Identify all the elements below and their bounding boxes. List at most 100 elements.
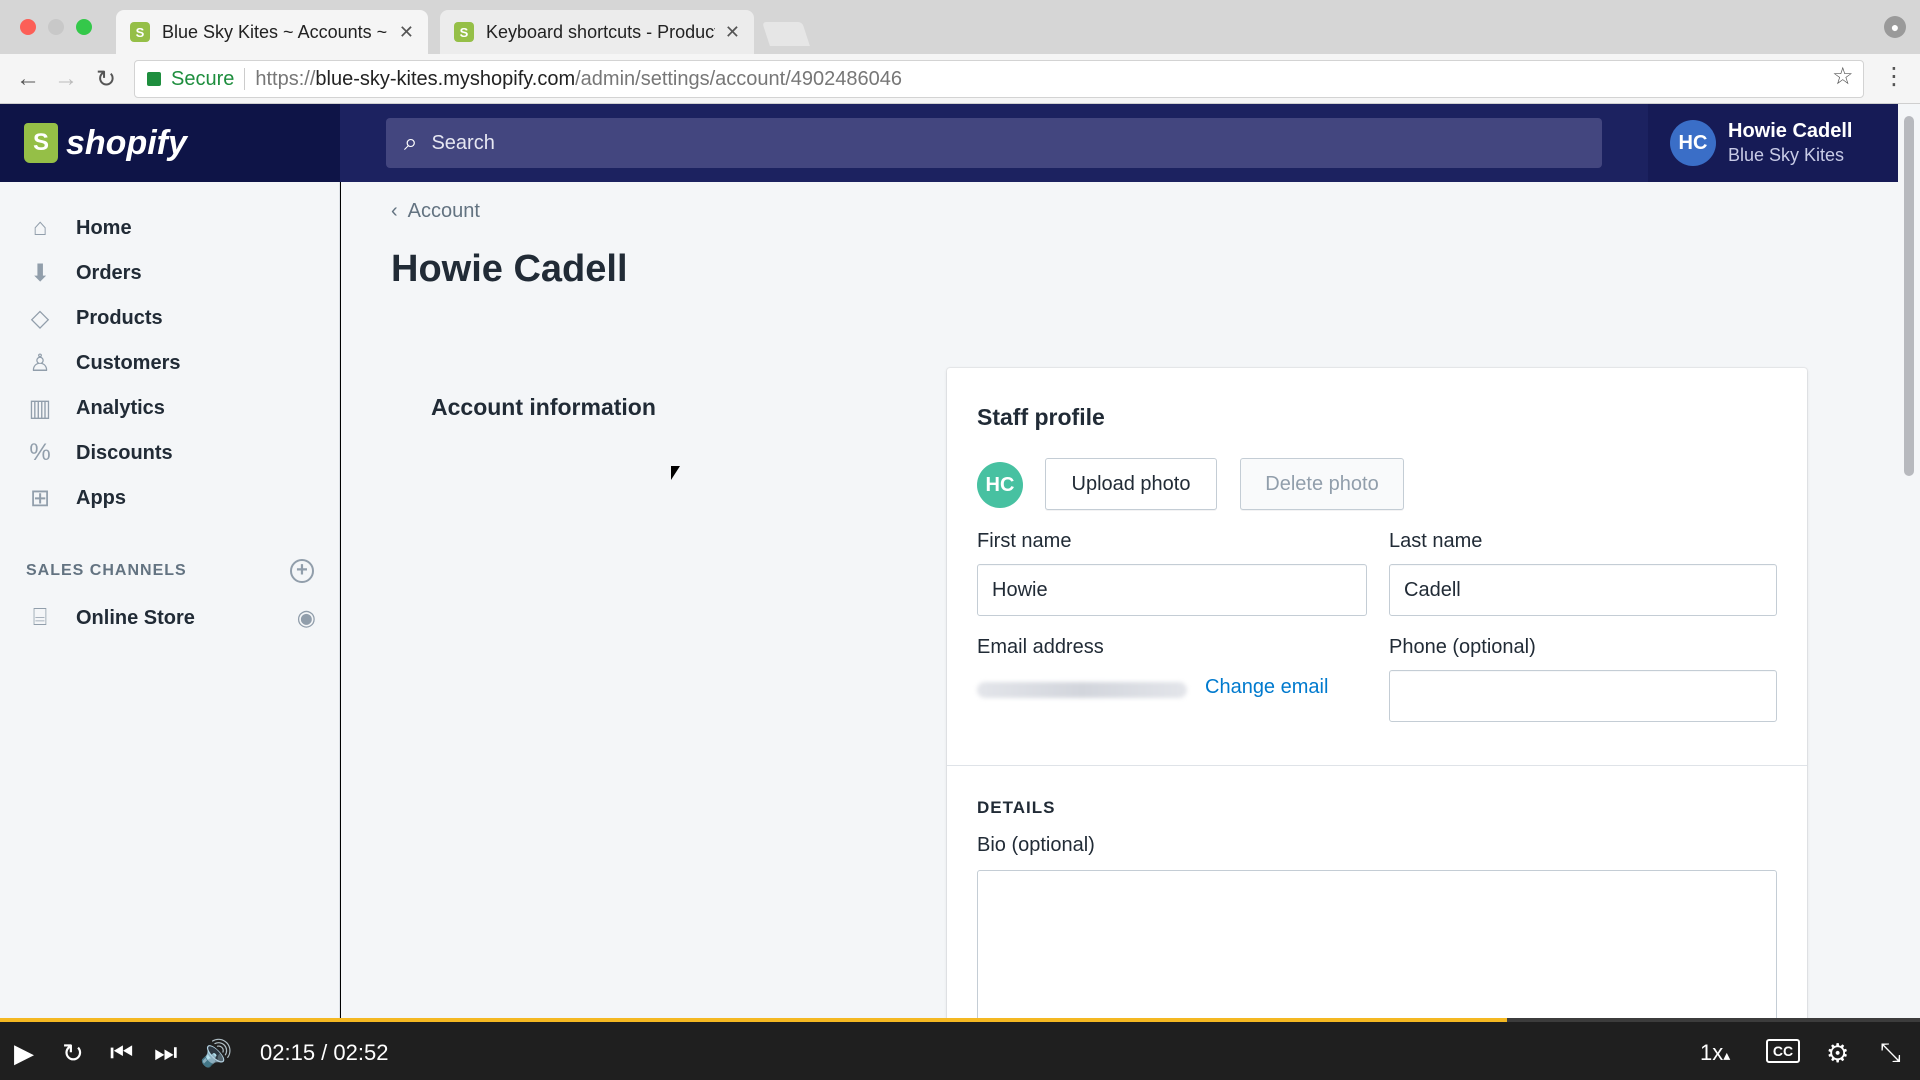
bookmark-star-icon[interactable]: ☆ [1832,62,1854,91]
person-icon: ♙ [29,349,51,377]
forward-arrow-icon[interactable]: → [50,63,82,95]
browser-tab-strip: S Blue Sky Kites ~ Accounts ~ Sh ✕ S Key… [0,0,1920,54]
email-label: Email address [977,636,1104,658]
email-value-redacted [977,682,1187,698]
sidebar-item-label: Analytics [76,396,165,419]
scrollbar-thumb[interactable] [1904,116,1914,476]
sidebar-item-customers[interactable]: ♙ Customers [0,343,340,383]
sidebar-item-label: Discounts [76,441,173,464]
sidebar-item-analytics[interactable]: ▥ Analytics [0,388,340,428]
add-channel-icon[interactable]: + [290,559,314,583]
speed-label: 1x [1700,1040,1724,1065]
address-bar[interactable]: Secure https:// blue-sky-kites.myshopify… [134,60,1864,98]
tag-icon: ◇ [30,304,50,332]
breadcrumb[interactable]: ‹ Account [391,200,480,223]
url-host: blue-sky-kites.myshopify.com [315,67,576,90]
reload-icon[interactable]: ↻ [90,63,122,95]
video-player-controls: ▶ ↻ ⏮ ⏭ 🔊 02:15 / 02:52 1x▴ CC ⚙ ⤡ [0,1018,1920,1080]
time-display: 02:15 / 02:52 [260,1040,389,1065]
secure-label: Secure [171,67,235,90]
sidebar-item-label: Online Store [76,606,195,629]
tab-title: Keyboard shortcuts - Producti [486,21,715,42]
replay-icon[interactable]: ↻ [62,1038,84,1068]
sidebar-item-discounts[interactable]: % Discounts [0,433,340,473]
volume-icon[interactable]: 🔊 [200,1038,232,1068]
search-input[interactable] [431,131,1532,155]
playback-speed-button[interactable]: 1x▴ [1700,1040,1730,1066]
sidebar-item-products[interactable]: ◇ Products [0,298,340,338]
card-divider [947,765,1807,766]
tab-title: Blue Sky Kites ~ Accounts ~ Sh [162,21,389,42]
maximize-window-button[interactable] [76,19,92,35]
admin-top-bar: S shopify ⌕ HC Howie Cadell Blue Sky Kit… [0,104,1898,182]
progress-track[interactable] [0,1018,1920,1022]
bio-textarea[interactable] [977,870,1777,1018]
chevron-left-icon: ‹ [391,200,398,222]
user-menu[interactable]: HC Howie Cadell Blue Sky Kites [1648,104,1898,182]
skip-back-icon[interactable]: ⏮ [110,1037,133,1068]
avatar: HC [977,462,1023,508]
new-tab-button[interactable] [762,22,810,46]
browser-toolbar: ← → ↻ Secure https:// blue-sky-kites.mys… [0,54,1920,104]
close-tab-icon[interactable]: ✕ [725,22,740,43]
main-content: ‹ Account Howie Cadell Account informati… [341,182,1898,1018]
browser-tab-keyboard-shortcuts[interactable]: S Keyboard shortcuts - Producti ✕ [440,10,754,54]
sidebar-item-label: Customers [76,351,181,374]
sidebar-item-label: Orders [76,261,142,284]
mouse-cursor-icon [671,466,680,480]
back-arrow-icon[interactable]: ← [12,63,44,95]
sidebar-item-apps[interactable]: ⊞ Apps [0,478,340,518]
captions-button[interactable]: CC [1766,1039,1800,1063]
sidebar-item-online-store[interactable]: ⌸ Online Store ◉ [0,598,340,638]
exit-fullscreen-icon[interactable]: ⤡ [1880,1037,1901,1068]
caret-up-icon: ▴ [1723,1047,1731,1063]
change-email-link[interactable]: Change email [1205,676,1328,699]
section-title: Account information [431,394,656,420]
user-name: Howie Cadell [1728,120,1853,142]
progress-fill [0,1018,1508,1022]
browser-profile-icon[interactable]: ● [1884,16,1906,38]
close-window-button[interactable] [20,19,36,35]
shopify-favicon-icon: S [454,22,474,42]
shopify-favicon-icon: S [130,22,150,42]
search-icon: ⌕ [404,129,418,156]
browser-tab-accounts[interactable]: S Blue Sky Kites ~ Accounts ~ Sh ✕ [116,10,428,54]
phone-label: Phone (optional) [1389,636,1536,658]
home-icon: ⌂ [32,214,48,241]
staff-profile-card: Staff profile HC Upload photo Delete pho… [947,368,1807,1018]
discount-icon: % [29,439,51,466]
bio-label: Bio (optional) [977,834,1095,856]
orders-icon: ⬇ [29,259,51,287]
sidebar-item-label: Apps [76,486,126,509]
first-name-label: First name [977,530,1072,552]
minimize-window-button[interactable] [48,19,64,35]
lock-icon [147,72,161,86]
search-bar[interactable]: ⌕ [386,118,1602,168]
address-divider [244,68,246,90]
close-tab-icon[interactable]: ✕ [399,22,414,43]
upload-photo-button[interactable]: Upload photo [1045,458,1217,510]
shopify-bag-icon: S [24,123,58,163]
browser-menu-icon[interactable]: ⋮ [1882,62,1906,91]
sidebar: ⌂ Home ⬇ Orders ◇ Products ♙ Customers ▥… [0,182,340,1018]
phone-field[interactable] [1389,670,1777,722]
bar-chart-icon: ▥ [28,394,52,422]
shopify-logo[interactable]: S shopify [0,104,340,182]
eye-icon[interactable]: ◉ [297,605,316,631]
skip-forward-icon[interactable]: ⏭ [154,1037,177,1068]
url-scheme: https:// [255,67,316,90]
url-path: /admin/settings/account/4902486046 [575,67,903,90]
store-name: Blue Sky Kites [1728,145,1845,165]
sales-channels-heading: SALES CHANNELS [26,562,187,579]
delete-photo-button[interactable]: Delete photo [1240,458,1404,510]
settings-gear-icon[interactable]: ⚙ [1826,1038,1849,1068]
apps-icon: ⊞ [29,484,51,512]
last-name-field[interactable]: Cadell [1389,564,1777,616]
breadcrumb-label: Account [407,200,480,222]
sidebar-item-orders[interactable]: ⬇ Orders [0,253,340,293]
sidebar-item-home[interactable]: ⌂ Home [0,208,340,248]
store-icon: ⌸ [32,604,48,631]
user-info: Howie Cadell Blue Sky Kites [1728,120,1852,166]
play-icon[interactable]: ▶ [14,1038,34,1068]
first-name-field[interactable]: Howie [977,564,1367,616]
